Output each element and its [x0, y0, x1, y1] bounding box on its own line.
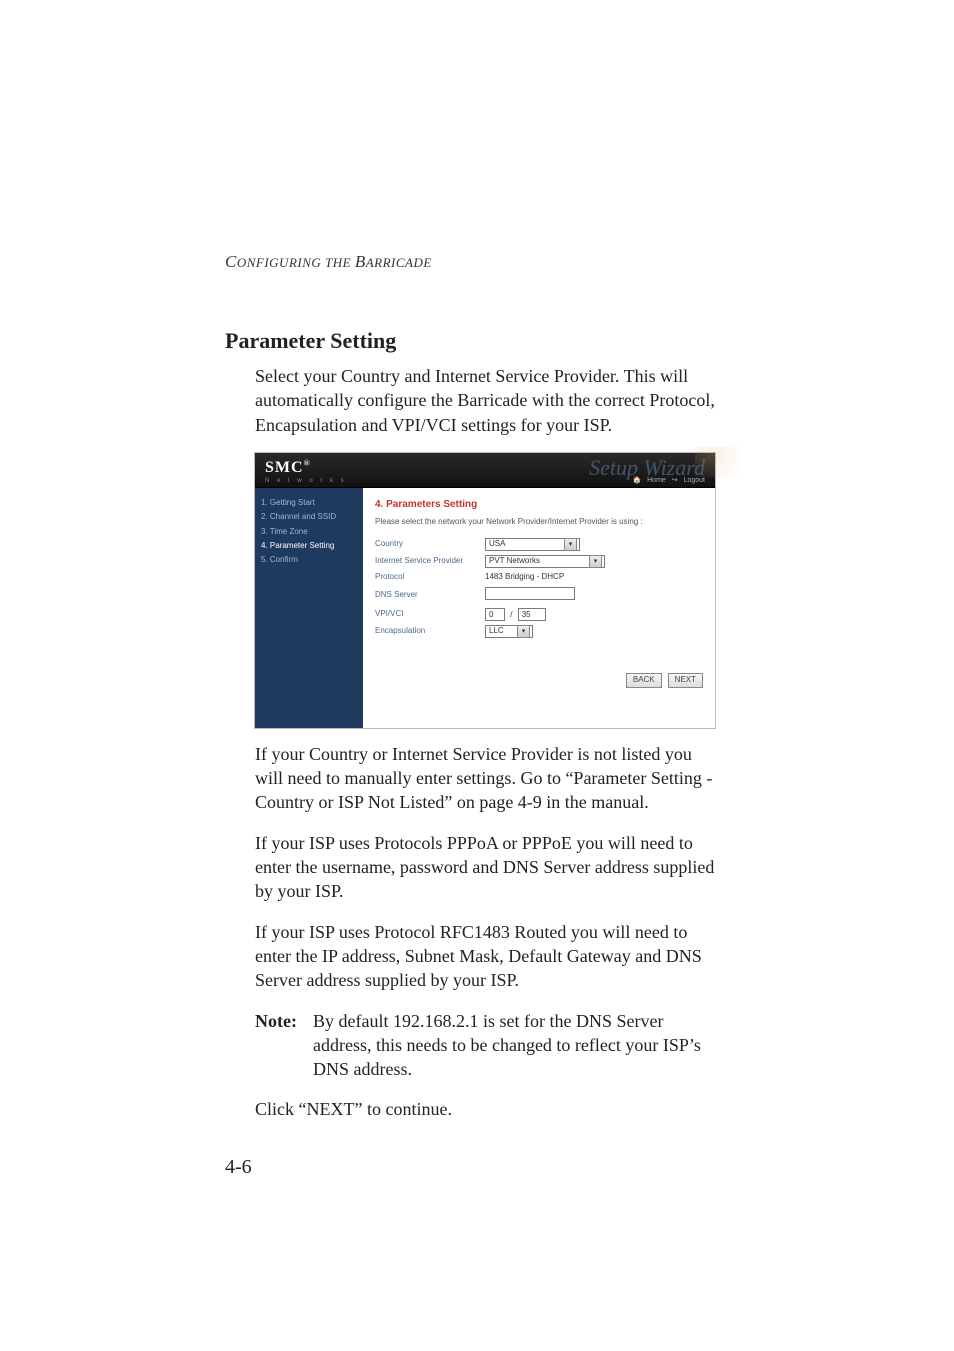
- protocol-label: Protocol: [375, 572, 485, 583]
- country-select[interactable]: USA▾: [485, 538, 580, 551]
- isp-select[interactable]: PVT Networks▾: [485, 555, 605, 568]
- encap-label: Encapsulation: [375, 626, 485, 637]
- logo-subtext: N e t w o r k s: [265, 477, 347, 485]
- encap-select[interactable]: LLC▾: [485, 625, 533, 638]
- back-button[interactable]: BACK: [626, 673, 662, 688]
- nav-step-5[interactable]: 5. Confirm: [261, 553, 357, 567]
- country-label: Country: [375, 539, 485, 550]
- vpivci-label: VPI/VCI: [375, 609, 485, 620]
- header-links: 🏠 Home ↪ Logout: [628, 476, 705, 485]
- chevron-down-icon: ▾: [589, 555, 602, 568]
- router-header: SMC® N e t w o r k s Setup Wizard 🏠 Home…: [255, 453, 715, 488]
- section-heading: Parameter Setting: [225, 328, 724, 354]
- intro-paragraph: Select your Country and Internet Service…: [255, 364, 724, 437]
- running-head: CONFIGURING THE BARRICADE: [225, 252, 724, 272]
- logo: SMC®: [265, 459, 311, 476]
- router-screenshot: SMC® N e t w o r k s Setup Wizard 🏠 Home…: [255, 453, 715, 728]
- nav-step-3[interactable]: 3. Time Zone: [261, 525, 357, 539]
- panel-hint: Please select the network your Network P…: [375, 517, 703, 528]
- dns-label: DNS Server: [375, 590, 485, 601]
- home-link[interactable]: 🏠 Home: [632, 477, 665, 484]
- vci-input[interactable]: 35: [518, 608, 546, 621]
- nav-step-1[interactable]: 1. Getting Start: [261, 496, 357, 510]
- note-label: Note:: [255, 1009, 313, 1082]
- nav-step-4[interactable]: 4. Parameter Setting: [261, 539, 357, 553]
- click-next-text: Click “NEXT” to continue.: [255, 1097, 724, 1121]
- nav-step-2[interactable]: 2. Channel and SSID: [261, 510, 357, 524]
- panel-title: 4. Parameters Setting: [375, 498, 703, 512]
- next-button[interactable]: NEXT: [668, 673, 703, 688]
- page-number: 4-6: [225, 1156, 252, 1179]
- dns-input[interactable]: [485, 587, 575, 600]
- logout-link[interactable]: ↪ Logout: [672, 477, 705, 484]
- paragraph-pppoa: If your ISP uses Protocols PPPoA or PPPo…: [255, 831, 724, 904]
- paragraph-not-listed: If your Country or Internet Service Prov…: [255, 742, 724, 815]
- protocol-value: 1483 Bridging - DHCP: [485, 572, 564, 583]
- wizard-sidebar: 1. Getting Start 2. Channel and SSID 3. …: [255, 488, 363, 728]
- note-text: By default 192.168.2.1 is set for the DN…: [313, 1009, 724, 1082]
- chevron-down-icon: ▾: [517, 625, 530, 638]
- chevron-down-icon: ▾: [564, 538, 577, 551]
- isp-label: Internet Service Provider: [375, 556, 485, 567]
- vpi-input[interactable]: 0: [485, 608, 505, 621]
- wizard-main: 4. Parameters Setting Please select the …: [363, 488, 715, 728]
- paragraph-rfc1483: If your ISP uses Protocol RFC1483 Routed…: [255, 920, 724, 993]
